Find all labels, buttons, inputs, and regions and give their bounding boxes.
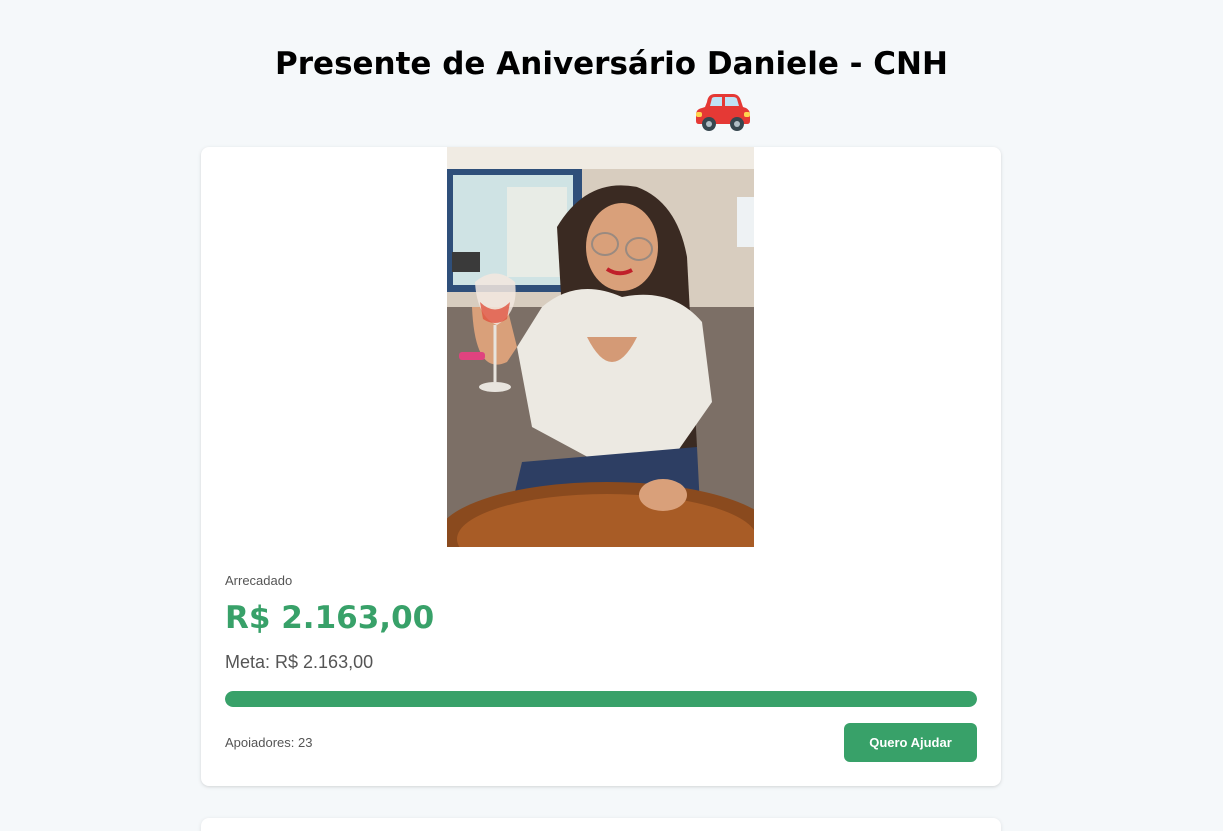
page-title: Presente de Aniversário Daniele - CNH xyxy=(275,46,948,82)
raised-amount: R$ 2.163,00 xyxy=(225,600,435,636)
campaign-card: Arrecadado R$ 2.163,00 Meta: R$ 2.163,00… xyxy=(201,147,1001,786)
page: Presente de Aniversário Daniele - CNH Ar… xyxy=(0,0,1223,831)
raised-label: Arrecadado xyxy=(225,573,293,588)
progress-bar-fill xyxy=(225,691,977,707)
title-block: Presente de Aniversário Daniele - CNH xyxy=(0,42,1223,86)
next-campaign-card xyxy=(201,818,1001,831)
supporters-number: 23 xyxy=(298,735,313,750)
campaign-photo xyxy=(447,147,754,547)
help-button[interactable]: Quero Ajudar xyxy=(844,723,977,762)
supporters-count: Apoiadores: 23 xyxy=(225,735,312,750)
supporters-label: Apoiadores: xyxy=(225,735,295,750)
woman-holding-wine-glass-photo xyxy=(447,147,754,547)
progress-bar xyxy=(225,691,977,707)
car-emoji-icon xyxy=(696,94,750,131)
goal-amount: Meta: R$ 2.163,00 xyxy=(225,652,374,672)
